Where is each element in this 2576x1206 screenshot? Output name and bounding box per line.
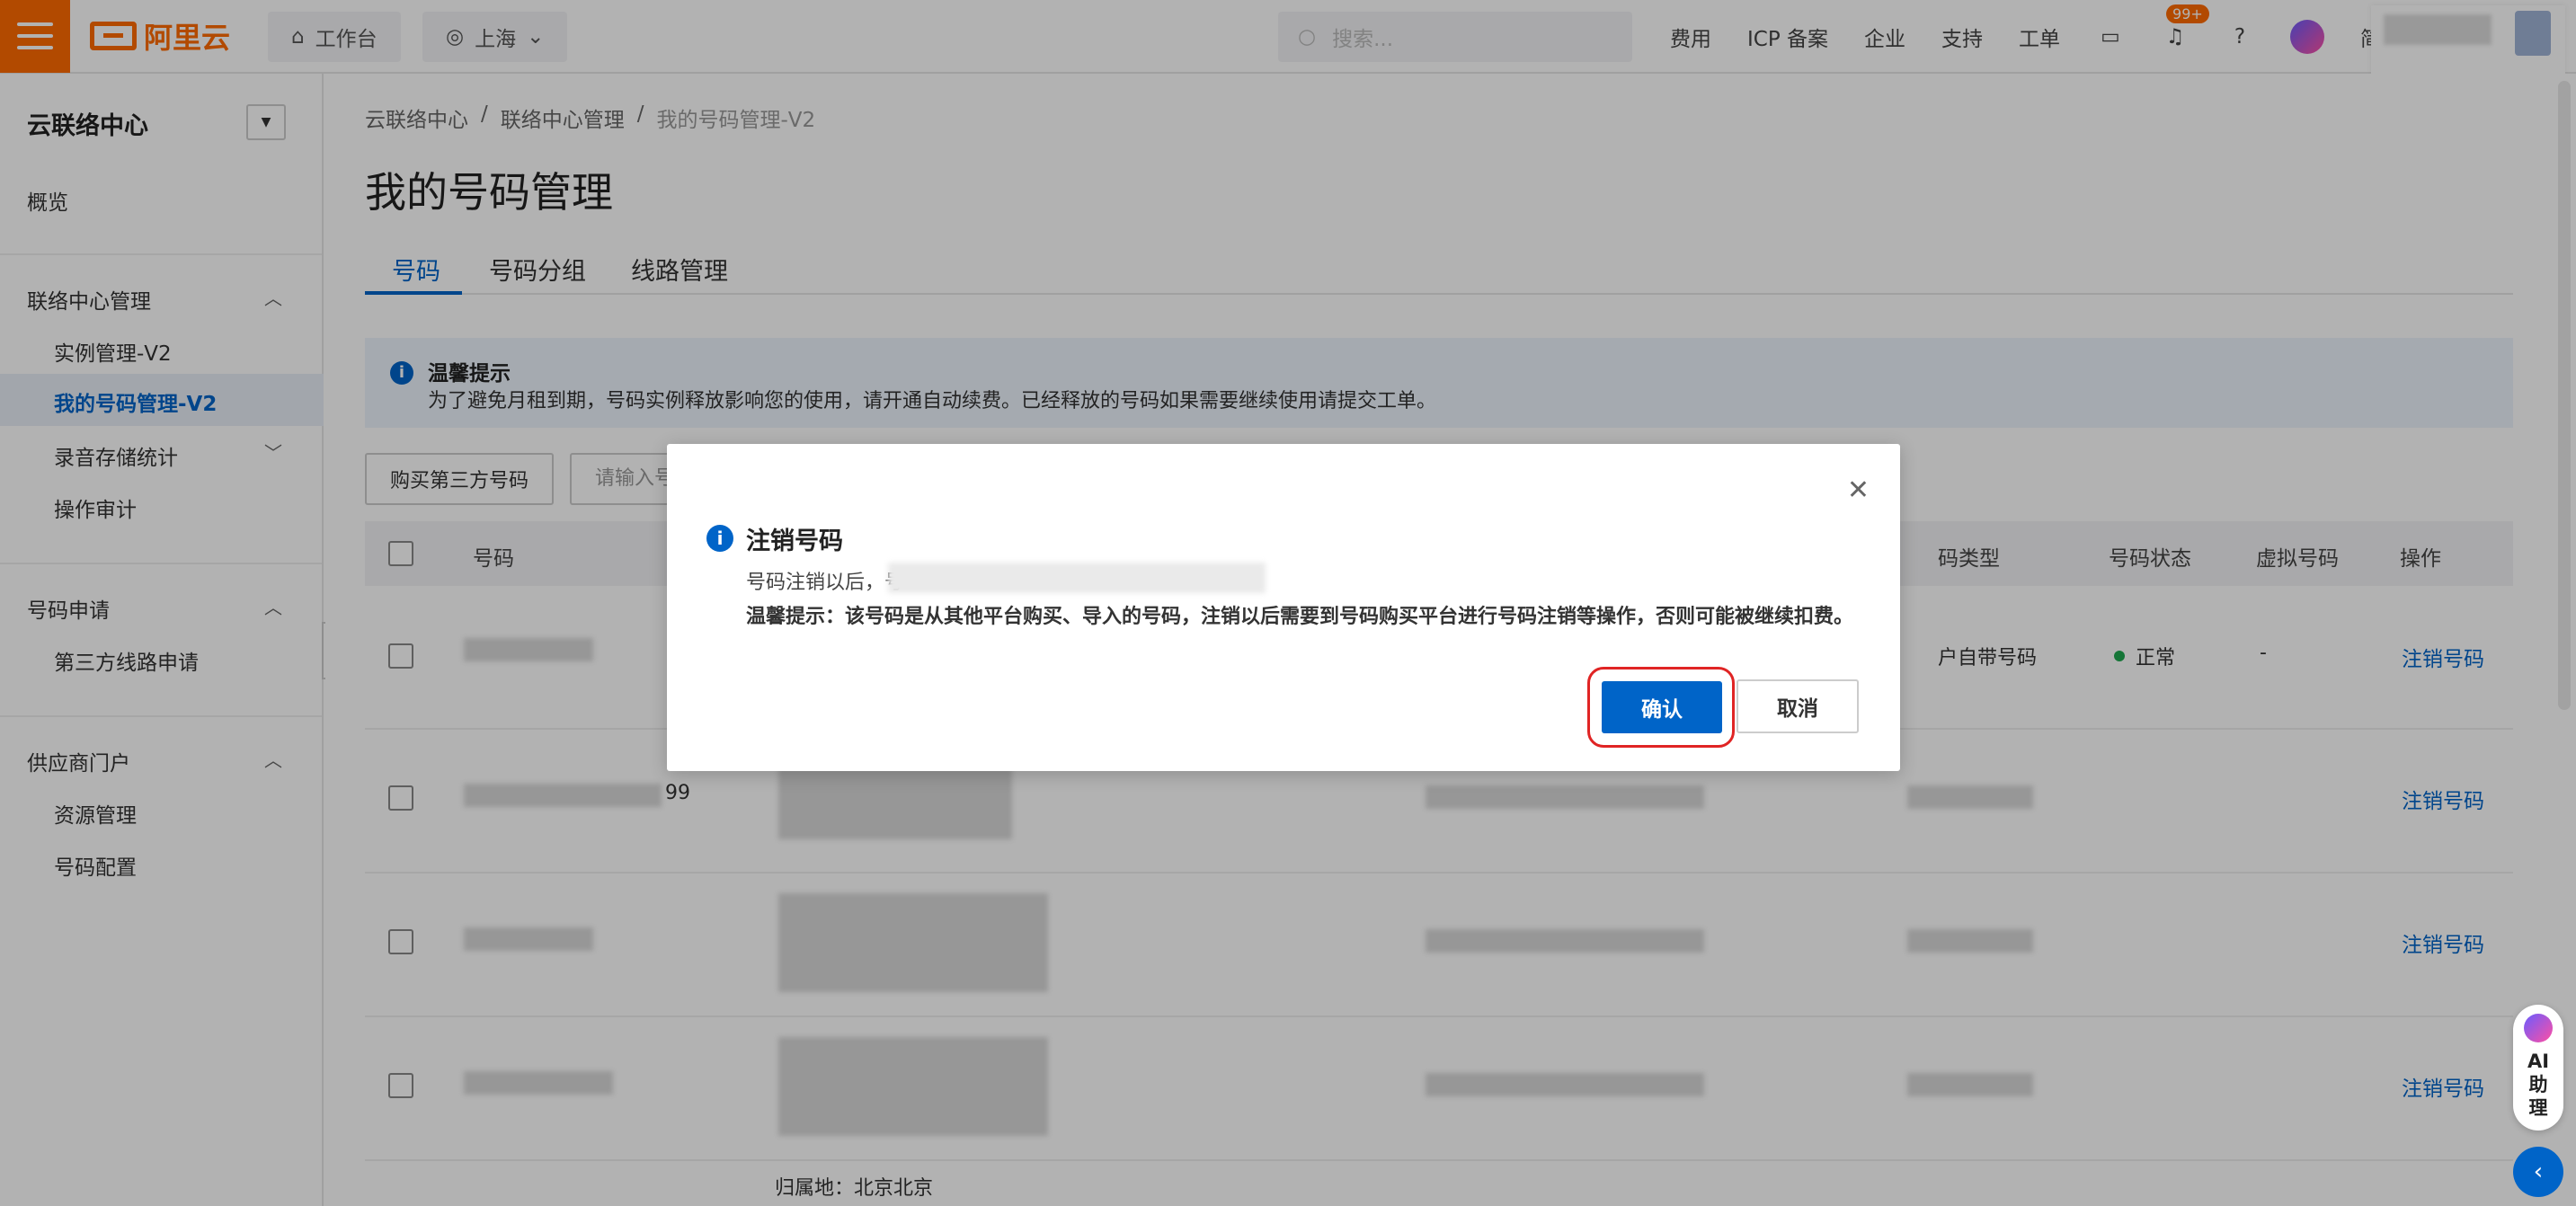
chevron-left-icon[interactable]: ‹ (2513, 1147, 2563, 1197)
dialog-title: 注销号码 (746, 528, 843, 555)
deregister-dialog: ✕ i 注销号码 号码注销以后，号 温馨提示：该号码是从其他平台购买、导入的号码… (667, 444, 1900, 771)
ai-avatar-icon (2524, 1014, 2553, 1042)
close-icon[interactable]: ✕ (1847, 474, 1870, 506)
dialog-message-blur (888, 563, 1266, 593)
ai-assistant-button[interactable]: AI助理 (2513, 1005, 2563, 1131)
ai-assistant-label: AI助理 (2527, 1051, 2550, 1119)
dialog-warning: 温馨提示：该号码是从其他平台购买、导入的号码，注销以后需要到号码购买平台进行号码… (746, 606, 1854, 628)
dialog-message: 号码注销以后，号 (746, 572, 905, 594)
confirm-button[interactable]: 确认 (1602, 681, 1722, 733)
cancel-button[interactable]: 取消 (1737, 679, 1859, 733)
info-icon: i (706, 525, 733, 552)
